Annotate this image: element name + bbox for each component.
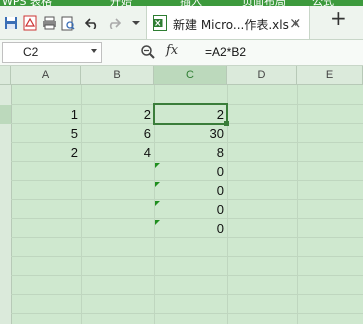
column-header-b[interactable]: B: [81, 66, 154, 85]
toolbar-dropdown-icon[interactable]: [128, 15, 144, 31]
new-tab-button[interactable]: +: [330, 8, 347, 28]
grid-line: [11, 294, 363, 295]
document-tab-title: 新建 Micro...作表.xls *: [173, 18, 299, 32]
column-header-e[interactable]: E: [297, 66, 363, 85]
cell-a3[interactable]: 5: [11, 124, 81, 143]
close-tab-icon[interactable]: ×: [289, 14, 302, 32]
undo-icon[interactable]: [84, 15, 100, 31]
formula-bar: C2 fx =A2*B2: [0, 40, 363, 66]
cell-c5[interactable]: 0: [154, 162, 227, 181]
column-header-d[interactable]: D: [227, 66, 297, 85]
formula-input[interactable]: =A2*B2: [205, 45, 246, 59]
error-indicator-icon[interactable]: [155, 163, 160, 168]
cell-b4[interactable]: 4: [81, 143, 154, 162]
name-box-value: C2: [23, 45, 39, 59]
insert-function-button[interactable]: fx: [166, 43, 178, 58]
zoom-formula-icon[interactable]: [140, 44, 156, 60]
cell-b2[interactable]: 2: [81, 105, 154, 124]
print-icon[interactable]: [41, 15, 57, 31]
spreadsheet-file-icon: [153, 15, 167, 31]
pdf-icon[interactable]: [22, 15, 38, 31]
error-indicator-icon[interactable]: [155, 182, 160, 187]
error-indicator-icon[interactable]: [155, 220, 160, 225]
error-indicator-icon[interactable]: [155, 201, 160, 206]
cell-c3[interactable]: 30: [154, 124, 227, 143]
chevron-down-icon[interactable]: [91, 49, 97, 53]
name-box[interactable]: C2: [2, 42, 102, 63]
cell-c6[interactable]: 0: [154, 181, 227, 200]
grid-line: [297, 85, 298, 324]
cell-c4[interactable]: 8: [154, 143, 227, 162]
cell-c8[interactable]: 0: [154, 219, 227, 238]
spreadsheet-grid[interactable]: 1 2 2 5 6 30 2 4 8 0 0 0 0: [11, 85, 363, 324]
grid-line: [11, 275, 363, 276]
fill-handle[interactable]: [224, 121, 229, 126]
select-all-corner[interactable]: [0, 66, 11, 85]
save-icon[interactable]: [3, 15, 19, 31]
cell-c7[interactable]: 0: [154, 200, 227, 219]
redo-icon[interactable]: [106, 15, 122, 31]
cell-a2[interactable]: 1: [11, 105, 81, 124]
print-preview-icon[interactable]: [60, 15, 76, 31]
active-cell-selection[interactable]: [153, 103, 228, 125]
document-tab[interactable]: 新建 Micro...作表.xls * ×: [146, 6, 310, 39]
grid-line: [11, 313, 363, 314]
column-header-a[interactable]: A: [11, 66, 81, 85]
row-header-selected[interactable]: [0, 105, 11, 124]
column-header-c[interactable]: C: [154, 66, 227, 85]
cell-a4[interactable]: 2: [11, 143, 81, 162]
cell-b3[interactable]: 6: [81, 124, 154, 143]
grid-line: [11, 256, 363, 257]
